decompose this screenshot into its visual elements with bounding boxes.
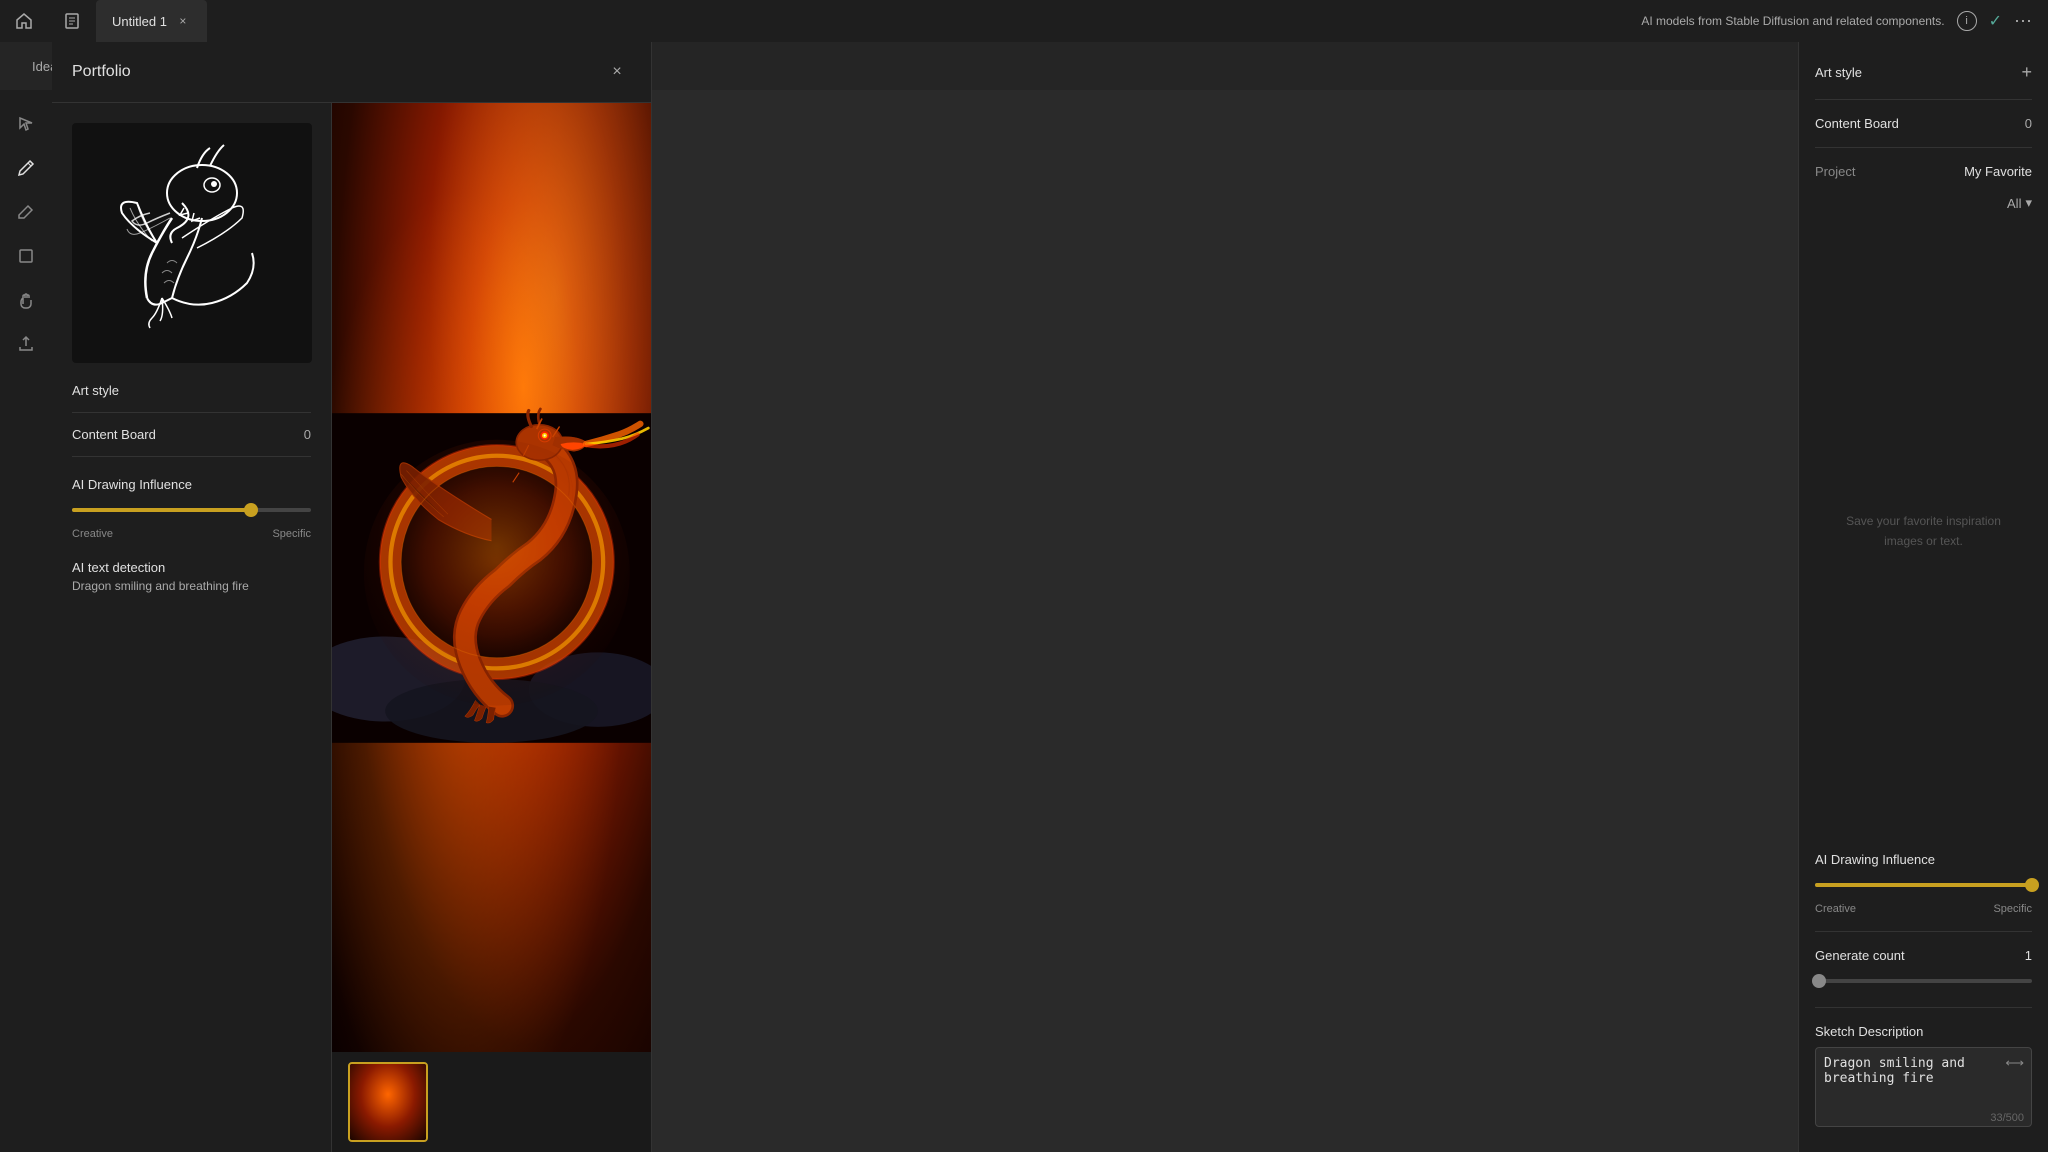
all-dropdown[interactable]: All ▾: [1815, 195, 2032, 211]
char-count: 33/500: [1990, 1112, 2024, 1124]
sketch-desc-label: Sketch Description: [1815, 1024, 2032, 1039]
save-inspiration-line2: images or text.: [1884, 532, 1963, 551]
ai-drawing-section: AI Drawing Influence Creative Specific: [72, 477, 311, 540]
titlebar: Untitled 1 × AI models from Stable Diffu…: [0, 0, 2048, 42]
titlebar-info: AI models from Stable Diffusion and rela…: [1641, 11, 2048, 32]
content-board-label: Content Board: [1815, 116, 1899, 131]
active-tab[interactable]: Untitled 1 ×: [96, 0, 207, 42]
divider1: [1815, 99, 2032, 100]
ai-drawing-right-slider[interactable]: [1815, 875, 2032, 895]
sketch-description-section: Sketch Description ⟷ 33/500: [1815, 1024, 2032, 1132]
content-board-value: 0: [304, 427, 311, 442]
sidebar-tool-hand[interactable]: [8, 282, 44, 318]
save-inspiration-area: Save your favorite inspiration images or…: [1815, 227, 2032, 836]
tab-close-button[interactable]: ×: [175, 13, 191, 29]
check-icon: ✓: [1989, 11, 2002, 31]
art-style-row: Art style: [72, 383, 311, 398]
right-slider-creative: Creative: [1815, 903, 1856, 915]
ai-drawing-slider-labels: Creative Specific: [1815, 903, 2032, 915]
art-style-add-button[interactable]: +: [2021, 62, 2032, 83]
portfolio-modal: Portfolio ×: [52, 42, 652, 1152]
slider-labels: Creative Specific: [72, 528, 311, 540]
ai-text-section: AI text detection Dragon smiling and bre…: [72, 560, 311, 593]
all-label: All: [2007, 196, 2021, 211]
dropdown-icon: ▾: [2025, 195, 2032, 211]
art-style-row: Art style +: [1815, 62, 2032, 83]
art-style-label: Art style: [1815, 65, 1862, 80]
portfolio-right-panel: [332, 103, 651, 1152]
divider4: [1815, 1007, 2032, 1008]
ai-drawing-slider[interactable]: [72, 500, 311, 520]
generate-count-value: 1: [2025, 948, 2032, 963]
portfolio-close-button[interactable]: ×: [603, 58, 631, 86]
content-board-row: Content Board 0: [1815, 116, 2032, 131]
book-button[interactable]: [48, 0, 96, 42]
project-row: Project My Favorite: [1815, 164, 2032, 179]
expand-icon[interactable]: ⟷: [2005, 1055, 2024, 1071]
portfolio-header: Portfolio ×: [52, 42, 651, 103]
thumbnail-item[interactable]: [348, 1062, 428, 1142]
ai-drawing-right: AI Drawing Influence Creative Specific: [1815, 852, 2032, 915]
divider3: [1815, 931, 2032, 932]
content-board-value: 0: [2025, 116, 2032, 131]
sketch-preview: [72, 123, 312, 363]
sidebar-tool-export[interactable]: [8, 326, 44, 362]
sidebar-tool-select[interactable]: [8, 106, 44, 142]
ai-text-detection-label: AI text detection: [72, 560, 311, 575]
save-inspiration-line1: Save your favorite inspiration: [1846, 512, 2001, 531]
thumbnail-strip: [332, 1052, 651, 1152]
right-ai-panel: Art style + Content Board 0 Project My F…: [1798, 42, 2048, 1152]
art-style-label: Art style: [72, 383, 119, 398]
divider: [72, 412, 311, 413]
ai-drawing-right-label: AI Drawing Influence: [1815, 852, 2032, 867]
sketch-desc-wrapper: ⟷ 33/500: [1815, 1047, 2032, 1132]
ai-drawing-label: AI Drawing Influence: [72, 477, 311, 492]
right-slider-specific: Specific: [1993, 903, 2032, 915]
dragon-generated-image: [332, 103, 651, 1052]
tab-title: Untitled 1: [112, 14, 167, 29]
portfolio-meta: Art style Content Board 0: [72, 383, 311, 457]
project-value: My Favorite: [1964, 164, 2032, 179]
info-icon[interactable]: i: [1957, 11, 1977, 31]
slider-specific-label: Specific: [272, 528, 311, 540]
generate-count-section: Generate count 1: [1815, 948, 2032, 991]
content-board-row: Content Board 0: [72, 427, 311, 442]
content-board-label: Content Board: [72, 427, 156, 442]
sidebar-tool-eraser[interactable]: [8, 194, 44, 230]
generate-count-row: Generate count 1: [1815, 948, 2032, 963]
ai-text-value: Dragon smiling and breathing fire: [72, 579, 311, 593]
thumbnail-dragon-image: [350, 1064, 426, 1140]
divider2: [1815, 147, 2032, 148]
generate-count-slider[interactable]: [1815, 971, 2032, 991]
sidebar-tool-shape[interactable]: [8, 238, 44, 274]
more-options-icon[interactable]: ⋯: [2014, 11, 2032, 32]
generate-count-label: Generate count: [1815, 948, 1905, 963]
home-button[interactable]: [0, 0, 48, 42]
ai-info-text: AI models from Stable Diffusion and rela…: [1641, 14, 1944, 28]
portfolio-title: Portfolio: [72, 63, 131, 81]
divider2: [72, 456, 311, 457]
project-label: Project: [1815, 164, 1855, 179]
slider-creative-label: Creative: [72, 528, 113, 540]
sidebar-tool-pen[interactable]: [8, 150, 44, 186]
portfolio-left-panel: Art style Content Board 0 AI Drawing Inf…: [52, 103, 332, 1152]
main-image-area: [332, 103, 651, 1052]
left-sidebar: [0, 90, 52, 1152]
portfolio-content: Art style Content Board 0 AI Drawing Inf…: [52, 103, 651, 1152]
